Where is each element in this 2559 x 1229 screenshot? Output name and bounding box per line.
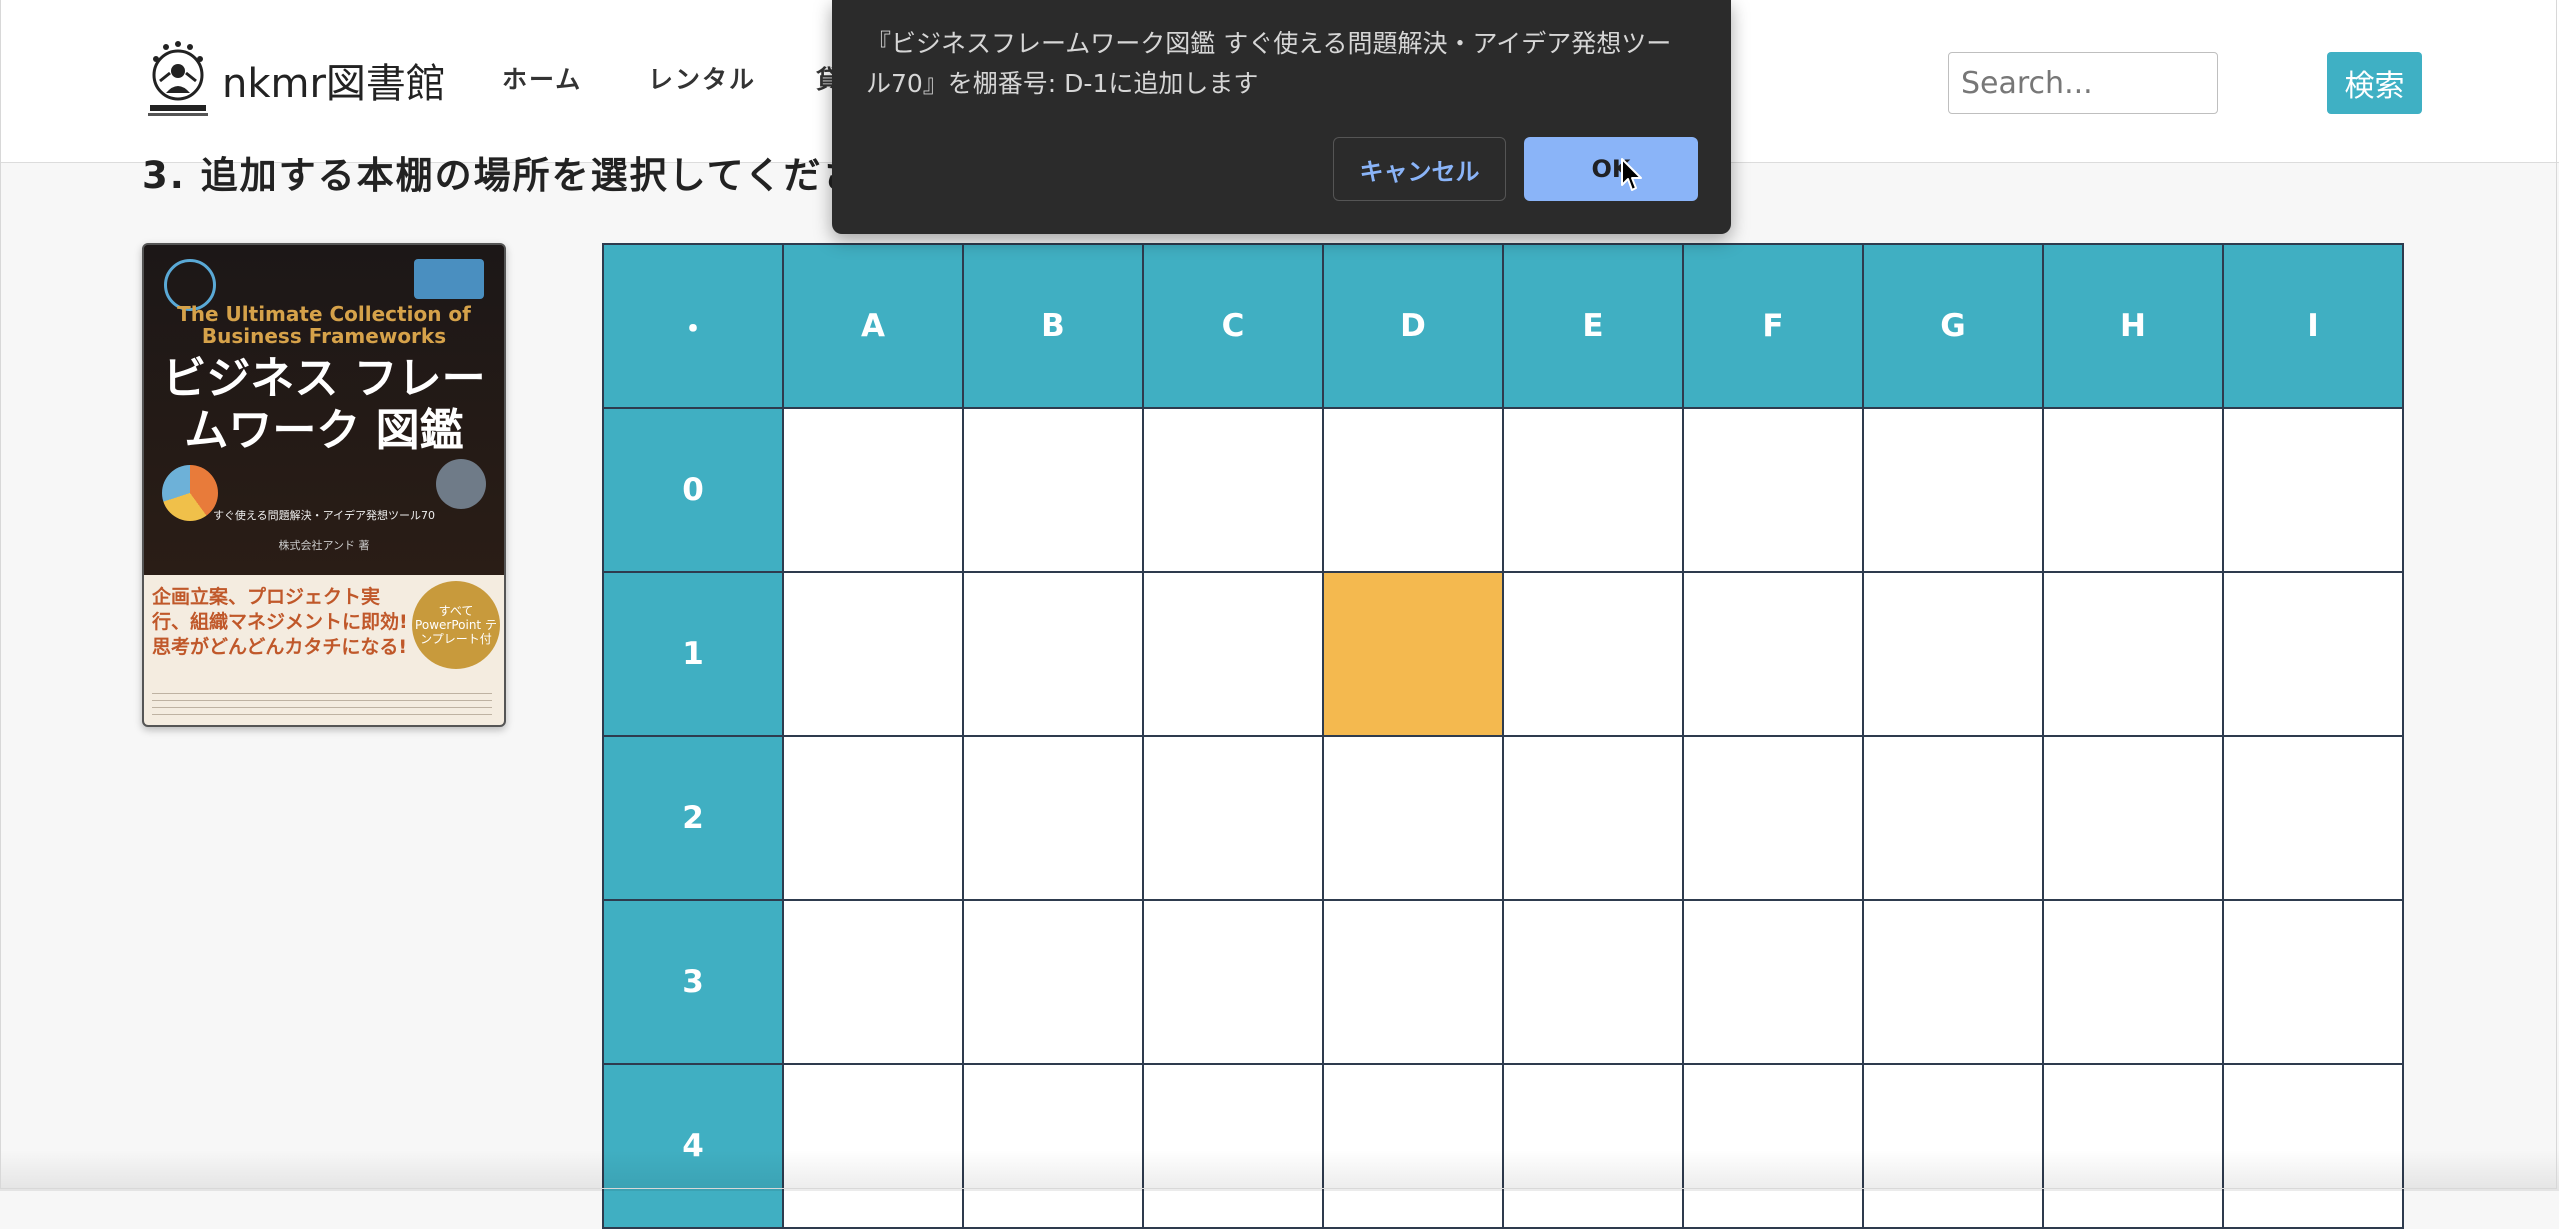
column-header-e: E (1502, 243, 1684, 409)
shelf-cell-a-4[interactable] (782, 1063, 964, 1229)
row-header-0: 0 (602, 407, 784, 573)
shelf-cell-e-1[interactable] (1502, 571, 1684, 737)
cover-fine-print (152, 693, 492, 721)
brand[interactable]: nkmr図書館 (142, 40, 446, 120)
shelf-cell-g-3[interactable] (1862, 899, 2044, 1065)
nav-home[interactable]: ホーム (502, 60, 582, 96)
shelf-header-row: ・ A B C D E F G H I (602, 243, 2404, 409)
shelf-cell-g-2[interactable] (1862, 735, 2044, 901)
row-header-4: 4 (602, 1063, 784, 1229)
search-button[interactable]: 検索 (2327, 52, 2422, 114)
column-header-d: D (1322, 243, 1504, 409)
shelf-cell-i-3[interactable] (2222, 899, 2404, 1065)
shelf-cell-a-0[interactable] (782, 407, 964, 573)
shelf-cell-f-4[interactable] (1682, 1063, 1864, 1229)
confirm-dialog: 『ビジネスフレームワーク図鑑 すぐ使える問題解決・アイデア発想ツール70』を棚番… (832, 0, 1731, 234)
shelf-cell-b-1[interactable] (962, 571, 1144, 737)
shelf-cell-c-4[interactable] (1142, 1063, 1324, 1229)
shelf-cell-c-1[interactable] (1142, 571, 1324, 737)
shelf-cell-h-0[interactable] (2042, 407, 2224, 573)
step-heading: 3. 追加する本棚の場所を選択してくださ (142, 154, 862, 197)
shelf-cell-b-3[interactable] (962, 899, 1144, 1065)
ok-button[interactable]: OK (1524, 137, 1698, 201)
dialog-message: 『ビジネスフレームワーク図鑑 すぐ使える問題解決・アイデア発想ツール70』を棚番… (866, 29, 1672, 98)
nav-rental[interactable]: レンタル (648, 60, 756, 96)
shelf-cell-i-4[interactable] (2222, 1063, 2404, 1229)
shelf-corner-cell: ・ (602, 243, 784, 409)
shelf-cell-h-4[interactable] (2042, 1063, 2224, 1229)
shelf-cell-b-0[interactable] (962, 407, 1144, 573)
row-header-1: 1 (602, 571, 784, 737)
shelf-cell-b-4[interactable] (962, 1063, 1144, 1229)
shelf-cell-d-3[interactable] (1322, 899, 1504, 1065)
cover-english-title: The Ultimate Collection of Business Fram… (177, 302, 471, 348)
shelf-cell-e-2[interactable] (1502, 735, 1684, 901)
shelf-cell-a-2[interactable] (782, 735, 964, 901)
shelf-cell-c-0[interactable] (1142, 407, 1324, 573)
cover-laptop-icon (414, 259, 484, 299)
column-header-f: F (1682, 243, 1864, 409)
shelf-cell-d-1[interactable] (1322, 571, 1504, 737)
cover-blurb: 企画立案、プロジェクト実行、組織マネジメントに即効!思考がどんどんカタチになる! (152, 586, 408, 658)
column-header-c: C (1142, 243, 1324, 409)
mouse-pointer-icon (1621, 158, 1642, 191)
row-header-2: 2 (602, 735, 784, 901)
shelf-cell-f-0[interactable] (1682, 407, 1864, 573)
shelf-cell-g-1[interactable] (1862, 571, 2044, 737)
shelf-cell-i-2[interactable] (2222, 735, 2404, 901)
juggler-logo-icon (148, 41, 208, 116)
shelf-cell-b-2[interactable] (962, 735, 1144, 901)
shelf-cell-e-4[interactable] (1502, 1063, 1684, 1229)
shelf-cell-d-0[interactable] (1322, 407, 1504, 573)
shelf-cell-a-3[interactable] (782, 899, 964, 1065)
cover-badge: すべて PowerPoint テンプレート付 (412, 581, 500, 669)
shelf-cell-e-0[interactable] (1502, 407, 1684, 573)
shelf-cell-d-4[interactable] (1322, 1063, 1504, 1229)
cover-author: 株式会社アンド 著 (278, 539, 370, 552)
shelf-cell-g-0[interactable] (1862, 407, 2044, 573)
shelf-cell-e-3[interactable] (1502, 899, 1684, 1065)
column-header-g: G (1862, 243, 2044, 409)
shelf-cell-f-3[interactable] (1682, 899, 1864, 1065)
shelf-row: 3 (602, 899, 2404, 1065)
brand-name: nkmr図書館 (222, 61, 446, 107)
shelf-cell-c-3[interactable] (1142, 899, 1324, 1065)
shelf-row: 1 (602, 571, 2404, 737)
shelf-cell-i-0[interactable] (2222, 407, 2404, 573)
cover-subtitle: すぐ使える問題解決・アイデア発想ツール70 (212, 509, 436, 522)
book-cover-image: The Ultimate Collection of Business Fram… (142, 243, 506, 727)
shelf-cell-h-3[interactable] (2042, 899, 2224, 1065)
shelf-cell-f-2[interactable] (1682, 735, 1864, 901)
cancel-button[interactable]: キャンセル (1333, 137, 1506, 201)
shelf-cell-h-2[interactable] (2042, 735, 2224, 901)
column-header-a: A (782, 243, 964, 409)
shelf-cell-g-4[interactable] (1862, 1063, 2044, 1229)
column-header-i: I (2222, 243, 2404, 409)
shelf-cell-f-1[interactable] (1682, 571, 1864, 737)
cover-bottom: 企画立案、プロジェクト実行、組織マネジメントに即効!思考がどんどんカタチになる!… (144, 575, 504, 725)
shelf-row: 4 (602, 1063, 2404, 1229)
column-header-b: B (962, 243, 1144, 409)
column-header-h: H (2042, 243, 2224, 409)
shelf-cell-h-1[interactable] (2042, 571, 2224, 737)
search-input[interactable] (1948, 52, 2218, 114)
shelf-cell-c-2[interactable] (1142, 735, 1324, 901)
shelf-cell-d-2[interactable] (1322, 735, 1504, 901)
shelf-row: 0 (602, 407, 2404, 573)
shelf-row: 2 (602, 735, 2404, 901)
shelf-cell-i-1[interactable] (2222, 571, 2404, 737)
shelf-cell-a-1[interactable] (782, 571, 964, 737)
row-header-3: 3 (602, 899, 784, 1065)
cover-title: ビジネス フレームワーク 図鑑 (162, 353, 486, 456)
cover-person-icon (436, 459, 486, 509)
shelf-grid: ・ A B C D E F G H I 0 1 2 3 4 (602, 243, 2404, 1229)
